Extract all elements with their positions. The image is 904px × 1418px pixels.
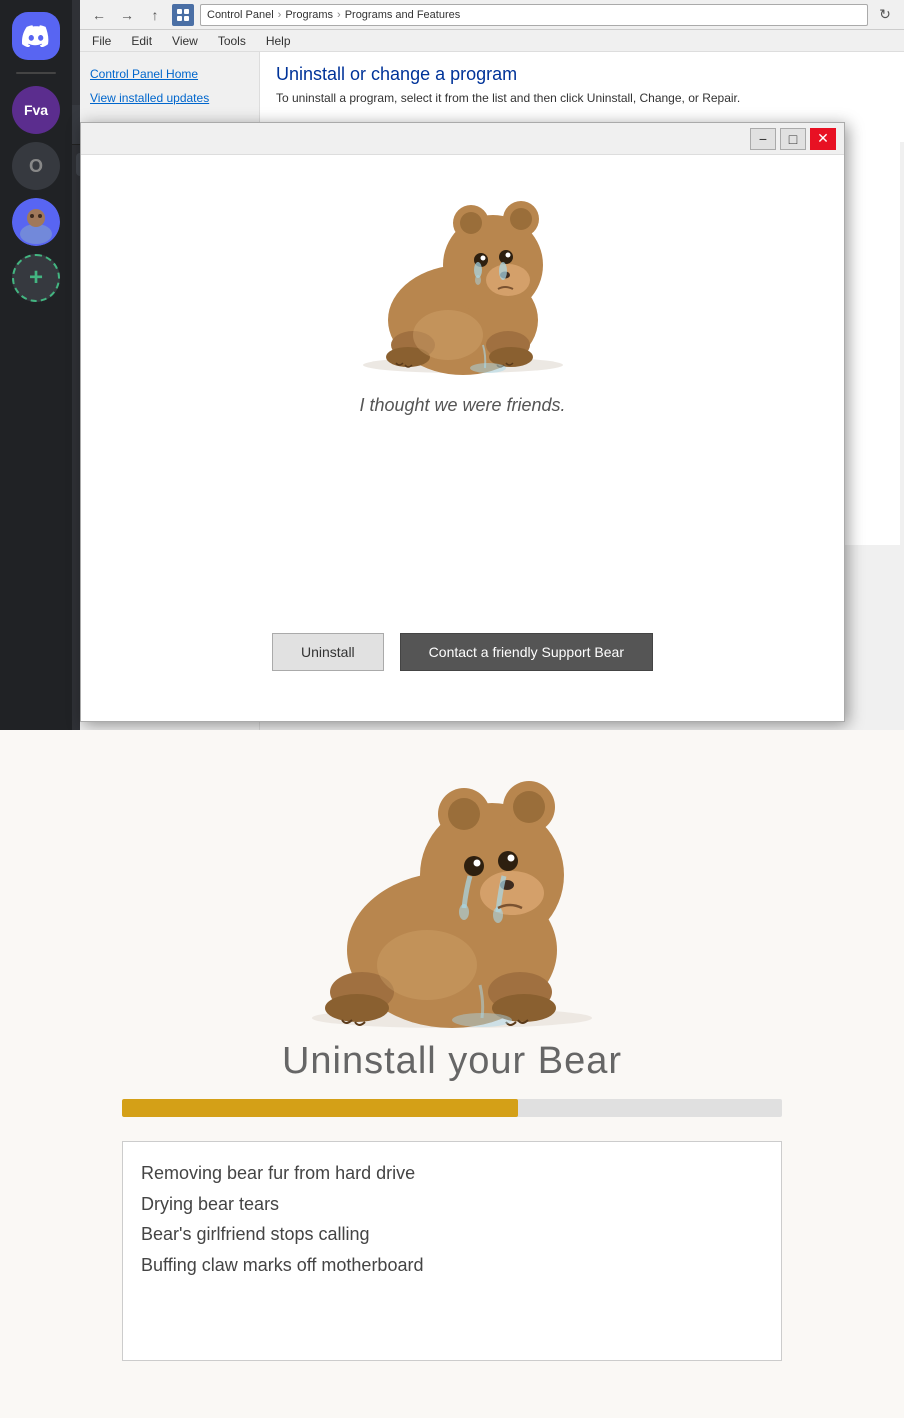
cp-icon	[172, 4, 194, 26]
modal-close-button[interactable]: ✕	[810, 128, 836, 150]
forward-button[interactable]: →	[116, 4, 138, 26]
menu-edit[interactable]: Edit	[127, 32, 156, 50]
modal-buttons: Uninstall Contact a friendly Support Bea…	[272, 633, 653, 671]
progress-bar-fill	[122, 1099, 518, 1117]
menu-view[interactable]: View	[168, 32, 202, 50]
cp-updates-link[interactable]: View installed updates	[88, 88, 251, 108]
cp-home-link[interactable]: Control Panel Home	[88, 64, 251, 84]
modal-minimize-button[interactable]: −	[750, 128, 776, 150]
progress-bar-container	[122, 1099, 782, 1117]
back-button[interactable]: ←	[88, 4, 110, 26]
uninstall-modal: − □ ✕	[80, 122, 845, 722]
uninstall-button[interactable]: Uninstall	[272, 633, 384, 671]
breadcrumb-programs: Programs	[285, 9, 333, 21]
cp-description: To uninstall a program, select it from t…	[276, 91, 888, 105]
uninstall-log: Removing bear fur from hard drive Drying…	[122, 1141, 782, 1361]
log-line-2: Bear's girlfriend stops calling	[141, 1219, 763, 1250]
menu-tools[interactable]: Tools	[214, 32, 250, 50]
large-bear-image	[252, 750, 652, 1030]
breadcrumb-paf: Programs and Features	[345, 9, 461, 21]
support-bear-button[interactable]: Contact a friendly Support Bear	[400, 633, 653, 671]
refresh-button[interactable]: ↻	[874, 4, 896, 26]
menu-help[interactable]: Help	[262, 32, 295, 50]
address-bar[interactable]: Control Panel › Programs › Programs and …	[200, 4, 868, 26]
modal-message: I thought we were friends.	[359, 395, 565, 416]
modal-maximize-button[interactable]: □	[780, 128, 806, 150]
uninstall-title: Uninstall your Bear	[282, 1040, 622, 1083]
log-line-3: Buffing claw marks off motherboard	[141, 1250, 763, 1281]
add-server-button[interactable]: +	[12, 254, 60, 302]
sidebar-server-fva[interactable]: Fva	[12, 86, 60, 134]
menu-file[interactable]: File	[88, 32, 115, 50]
sidebar-server-o[interactable]: O	[12, 142, 60, 190]
discord-home-icon[interactable]	[12, 12, 60, 60]
log-line-0: Removing bear fur from hard drive	[141, 1158, 763, 1189]
cp-title: Uninstall or change a program	[276, 64, 888, 85]
modal-titlebar: − □ ✕	[81, 123, 844, 155]
log-line-1: Drying bear tears	[141, 1189, 763, 1220]
sidebar-avatar[interactable]	[12, 198, 60, 246]
menu-bar: File Edit View Tools Help	[80, 30, 904, 52]
uninstall-page: Uninstall your Bear Removing bear fur fr…	[0, 730, 904, 1418]
modal-body: I thought we were friends. Uninstall Con…	[81, 155, 844, 721]
breadcrumb-cp: Control Panel	[207, 9, 274, 21]
up-button[interactable]: ↑	[144, 4, 166, 26]
modal-bear-image	[323, 175, 603, 375]
windows-titlebar: ← → ↑ Control Panel › Programs › Program…	[80, 0, 904, 30]
